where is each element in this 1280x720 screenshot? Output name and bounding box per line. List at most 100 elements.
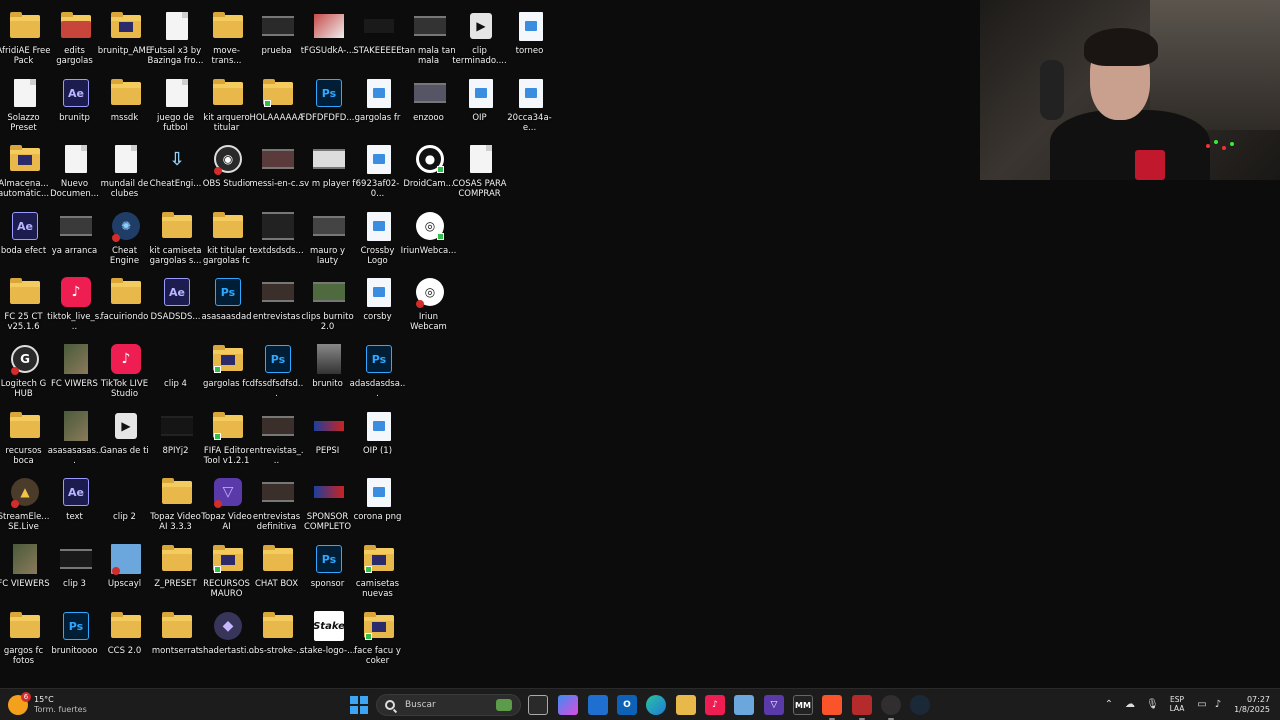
desktop-icon-prueba[interactable]: prueba [253,4,303,70]
desktop-icon-brunitp[interactable]: Ae brunitp [51,71,101,137]
desktop-icon-recursos-boca[interactable]: recursos boca [0,404,50,470]
desktop-icon-sponsor-completo[interactable]: SPONSOR COMPLETO [304,470,354,536]
weather-widget[interactable]: 6 15°C Torm. fuertes [8,692,87,717]
desktop-icon-fdfdfdfd[interactable]: Ps FDFDFDFD... [301,71,354,137]
desktop-icon-boda-efect[interactable]: Ae boda efect [0,204,50,270]
desktop-icon-sponsor[interactable]: Ps sponsor [304,537,354,603]
desktop-icon-enzooo[interactable]: enzooo [405,71,455,137]
desktop-icon-asasasasas[interactable]: asasasasas... [48,404,101,470]
desktop-icon-mauro-y-lauty[interactable]: mauro y lauty [304,204,354,270]
topaz-taskbar-icon[interactable]: ▽ [764,695,784,715]
desktop-icon-brunitp-ame[interactable]: brunitp_AME [98,4,151,70]
language-indicator[interactable]: ESP LAA [1166,695,1188,713]
desktop-icon-fc-viwers[interactable]: FC VIWERS [51,337,101,403]
file-explorer-icon[interactable] [676,695,696,715]
desktop-icon-recursos-mauro[interactable]: RECURSOS MAURO [203,537,253,603]
upscayl-taskbar-icon[interactable] [734,695,754,715]
desktop-icon-stake-logo[interactable]: Stake stake-logo-... [300,604,355,670]
desktop-icon-stakeeeee[interactable]: STAKEEEEE [353,4,404,70]
desktop-icon-almacenamiento[interactable]: Almacena... automátic... [0,137,50,203]
desktop-icon-nuevo-documento[interactable]: Nuevo Documen... [50,137,101,203]
desktop-icon-iriun-webcam[interactable]: ◎ Iriun Webcam [405,270,455,336]
desktop-icon-torneo[interactable]: torneo [506,4,556,70]
desktop-icon-brunito[interactable]: brunito [304,337,354,403]
desktop-icon-chat-box[interactable]: CHAT BOX [253,537,303,603]
desktop-icon-afridiae-free-pack[interactable]: AfridiAE Free Pack [0,4,51,70]
desktop-icon-dfssdfsdfsd[interactable]: Ps dfssdfsdfsd... [250,337,303,403]
desktop-icon-ganas-de-ti[interactable]: ▶ Ganas de ti [100,404,151,470]
desktop-icon-camisetas-nuevas[interactable]: camisetas nuevas [354,537,404,603]
obs-taskbar-icon[interactable] [881,695,901,720]
desktop-icon-kit-arquero-titular[interactable]: kit arquero titular [203,71,253,137]
desktop-icon-z-preset[interactable]: Z_PRESET [152,537,202,603]
edge-icon[interactable] [646,695,666,715]
desktop-icon-cheat-engine[interactable]: ✺ Cheat Engine [101,204,151,270]
desktop-icon-tfgsudka[interactable]: tFGSUdkA-... [301,4,354,70]
desktop-icon-entrevistas[interactable]: entrevistas [253,270,303,336]
taskbar-search-box[interactable]: Buscar [376,694,521,716]
tray-cloud-icon[interactable]: ☁ [1124,699,1136,711]
desktop-icon-entrevistas-definitiva[interactable]: entrevistas definitiva [253,470,303,536]
desktop-icon-dsadsds[interactable]: Ae DSADSDS... [151,270,202,336]
desktop-icon-juego-de-futbol[interactable]: juego de futbol [152,71,202,137]
desktop-icon-messi-en-c[interactable]: messi-en-c... [249,137,304,203]
desktop-icon-clip-4[interactable]: clip 4 [152,337,202,403]
desktop-icon-holaaaaaa[interactable]: HOLAAAAAA [249,71,304,137]
desktop-icon-face-facu-y-coker[interactable]: face facu y coker [354,604,404,670]
desktop-icon-topaz-video-ai[interactable]: ▽ Topaz Video AI [201,470,253,536]
desktop-icon-clip-terminado[interactable]: ▶ clip terminado.... [452,4,507,70]
desktop-icon-montserrat[interactable]: montserrat [152,604,202,670]
desktop-icon-adasdasdsa[interactable]: Ps adasdasdsa... [350,337,405,403]
desktop-icon-shadertastic[interactable]: ◆ shadertasti... [199,604,254,670]
desktop-icon-textdsdsds[interactable]: textdsdsds... [249,204,304,270]
volume-icon[interactable]: ♪ [1212,699,1224,711]
desktop-icon-fc-viewers[interactable]: FC VIEWERS [0,537,50,603]
desktop-icon-20cca34a[interactable]: 20cca34a-e... [506,71,556,137]
desktop-icon-sv-m-player-f[interactable]: sv m player f [300,137,355,203]
start-button[interactable] [350,696,368,714]
desktop-icon-asasaasdad[interactable]: Ps asasaasdad [201,270,253,336]
desktop-icon-corsby[interactable]: corsby [354,270,404,336]
desktop-icon-ya-arranca[interactable]: ya arranca [51,204,101,270]
desktop-icon-ccs-2[interactable]: CCS 2.0 [101,604,151,670]
desktop-icon-cheatengine-installer[interactable]: ⇩ CheatEngi... [150,137,202,203]
tray-microphone-icon[interactable]: 🎙 [1146,699,1159,711]
desktop-icon-gargolas-fr[interactable]: gargolas fr [354,71,404,137]
network-icon[interactable]: ▭ [1196,699,1208,711]
tiktok-live-taskbar-icon[interactable]: ♪ [705,695,725,715]
desktop-icon-fifa-editor-tool[interactable]: FIFA Editor Tool v1.2.1 [203,404,253,470]
desktop-icon-solazzo-preset[interactable]: Solazzo Preset [0,71,50,137]
steam-icon[interactable] [910,695,930,715]
desktop-icon-kit-camiseta[interactable]: kit camiseta gargolas s... [149,204,202,270]
desktop-icon-upscayl[interactable]: Upscayl [101,537,151,603]
desktop-icon-clips-burnito[interactable]: clips burnito 2.0 [301,270,354,336]
task-view-icon[interactable] [528,695,548,715]
brave-browser-icon[interactable] [822,695,842,720]
desktop-icon-iriunwebcam-1[interactable]: ◎ IriunWebca... [401,204,456,270]
desktop-icon-streamelements[interactable]: ▲ StreamEle... SE.Live [0,470,50,536]
desktop-icon-cosas-para-comprar[interactable]: COSAS PARA COMPRAR [453,137,506,203]
desktop-icon-crossby-logo[interactable]: Crossby Logo [354,204,404,270]
desktop-icon-gargolas-fc[interactable]: gargolas fc [203,337,253,403]
desktop-icon-tiktok-live-studio[interactable]: ♪ TikTok LIVE Studio [101,337,151,403]
tray-chevron-up-icon[interactable]: ⌃ [1103,699,1115,711]
outlook-icon[interactable]: O [617,695,637,715]
desktop-icon-oip-1[interactable]: OIP (1) [354,404,404,470]
desktop-icon-obs-studio[interactable]: ◉ OBS Studio [203,137,253,203]
desktop-icon-topaz-video-ai-folder[interactable]: Topaz Video AI 3.3.3 (x6... [150,470,202,536]
desktop-icon-obs-stroke[interactable]: obs-stroke-... [249,604,304,670]
app-mm-icon[interactable]: MM [793,695,813,715]
desktop-icon-move-trans[interactable]: move-trans... [203,4,253,70]
desktop-icon-edits-gargolas[interactable]: edits gargolas [51,4,101,70]
desktop-icon-entrevistas-2[interactable]: entrevistas_... [249,404,304,470]
desktop-icon-8piyj2[interactable]: 8PIYj2 [152,404,202,470]
desktop-icon-tiktok-live-s[interactable]: ♪ tiktok_live_s... [47,270,102,336]
desktop-icon-corona-png[interactable]: corona png [354,470,404,536]
desktop-icon-brunitoooo[interactable]: Ps brunitoooo [51,604,101,670]
desktop-icon-fc25[interactable]: FC 25 CT v25.1.6 [0,270,50,336]
desktop-icon-pepsi[interactable]: PEPSI [304,404,354,470]
desktop-icon-futsal-x3[interactable]: Futsal x3 by Bazinga fro... [148,4,204,70]
desktop-icon-tan-mala[interactable]: tan mala tan mala [401,4,456,70]
desktop-icon-droidcam[interactable]: ● DroidCam... [403,137,455,203]
copilot-icon[interactable] [558,695,578,715]
